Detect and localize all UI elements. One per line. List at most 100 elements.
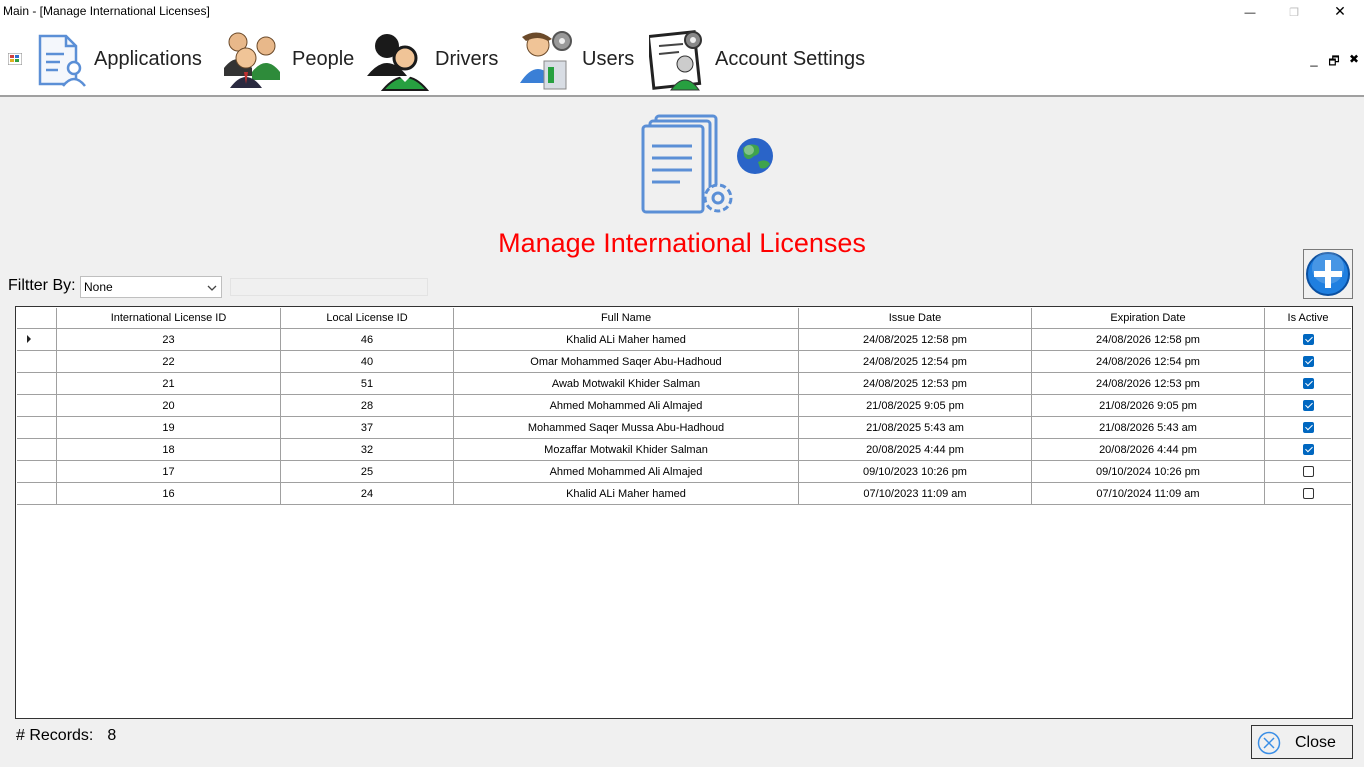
menu-users[interactable]: Users [518,24,634,95]
cell-is-active[interactable] [1264,438,1351,461]
cell-expiration-date[interactable]: 24/08/2026 12:53 pm [1031,372,1265,395]
table-row[interactable]: 19 37 Mohammed Saqer Mussa Abu-Hadhoud 21/0… [17,416,1351,439]
table-row[interactable]: 21 51 Awab Motwakil Khider Salman 24/08/202… [17,372,1351,395]
cell-local-license-id[interactable]: 24 [280,482,454,505]
mdi-close-button[interactable]: ✖ [1344,52,1364,66]
cell-is-active[interactable] [1264,482,1351,505]
menu-people[interactable]: People [220,24,354,95]
cell-local-license-id[interactable]: 25 [280,460,454,483]
menu-label-people: People [292,48,355,70]
minimize-icon: — [1244,7,1256,19]
table-row[interactable]: 17 25 Ahmed Mohammed Ali Almajed 09/10/2023… [17,460,1351,483]
cell-expiration-date[interactable]: 24/08/2026 12:58 pm [1031,328,1265,351]
cell-is-active[interactable] [1264,394,1351,417]
cell-issue-date[interactable]: 24/08/2025 12:58 pm [798,328,1032,351]
cell-international-license-id[interactable]: 19 [56,416,281,439]
cell-international-license-id[interactable]: 23 [56,328,281,351]
cell-international-license-id[interactable]: 18 [56,438,281,461]
mdi-minimize-button[interactable]: _ [1304,52,1324,67]
cell-expiration-date[interactable]: 09/10/2024 10:26 pm [1031,460,1265,483]
cell-international-license-id[interactable]: 21 [56,372,281,395]
cell-expiration-date[interactable]: 21/08/2026 9:05 pm [1031,394,1265,417]
cell-is-active[interactable] [1264,350,1351,373]
row-header[interactable] [17,460,57,483]
close-window-button[interactable]: ✕ [1317,0,1363,24]
is-active-checkbox[interactable] [1302,444,1314,456]
cell-expiration-date[interactable]: 20/08/2026 4:44 pm [1031,438,1265,461]
cell-is-active[interactable] [1264,372,1351,395]
cell-international-license-id[interactable]: 20 [56,394,281,417]
is-active-checkbox[interactable] [1302,400,1314,412]
is-active-checkbox[interactable] [1302,334,1314,346]
maximize-button[interactable]: ❐ [1271,0,1317,24]
cell-expiration-date[interactable]: 24/08/2026 12:54 pm [1031,350,1265,373]
column-header-is-active[interactable]: Is Active [1264,308,1351,329]
menu-drivers[interactable]: Drivers [365,24,498,95]
cell-local-license-id[interactable]: 51 [280,372,454,395]
is-active-checkbox[interactable] [1302,378,1314,390]
table-row[interactable]: 18 32 Mozaffar Motwakil Khider Salman 20/08… [17,438,1351,461]
cell-full-name[interactable]: Awab Motwakil Khider Salman [453,372,799,395]
row-header[interactable] [17,482,57,505]
row-header[interactable] [17,328,57,351]
row-header[interactable] [17,416,57,439]
cell-full-name[interactable]: Mozaffar Motwakil Khider Salman [453,438,799,461]
cell-issue-date[interactable]: 21/08/2025 9:05 pm [798,394,1032,417]
cell-issue-date[interactable]: 24/08/2025 12:53 pm [798,372,1032,395]
column-header-expiration-date[interactable]: Expiration Date [1031,308,1265,329]
cell-is-active[interactable] [1264,416,1351,439]
cell-issue-date[interactable]: 07/10/2023 11:09 am [798,482,1032,505]
cell-international-license-id[interactable]: 16 [56,482,281,505]
cell-full-name[interactable]: Mohammed Saqer Mussa Abu-Hadhoud [453,416,799,439]
cell-full-name[interactable]: Omar Mohammed Saqer Abu-Hadhoud [453,350,799,373]
minimize-button[interactable]: — [1227,0,1273,24]
cell-local-license-id[interactable]: 37 [280,416,454,439]
cell-expiration-date[interactable]: 21/08/2026 5:43 am [1031,416,1265,439]
filter-by-combobox[interactable]: None [80,276,222,298]
column-header-local-license-id[interactable]: Local License ID [280,308,454,329]
table-row[interactable]: 20 28 Ahmed Mohammed Ali Almajed 21/08/2025… [17,394,1351,417]
records-label: # Records: [16,727,94,744]
cell-local-license-id[interactable]: 32 [280,438,454,461]
system-menu-icon[interactable] [8,53,22,65]
is-active-checkbox[interactable] [1302,466,1314,478]
add-international-license-button[interactable] [1303,249,1353,299]
cell-full-name[interactable]: Ahmed Mohammed Ali Almajed [453,394,799,417]
cell-full-name[interactable]: Khalid ALi Maher hamed [453,482,799,505]
table-row[interactable]: 22 40 Omar Mohammed Saqer Abu-Hadhoud 24/08… [17,350,1351,373]
menu-applications[interactable]: Applications [36,24,202,95]
cell-issue-date[interactable]: 24/08/2025 12:54 pm [798,350,1032,373]
cell-local-license-id[interactable]: 46 [280,328,454,351]
cell-is-active[interactable] [1264,328,1351,351]
column-header-full-name[interactable]: Full Name [453,308,799,329]
column-header-international-license-id[interactable]: International License ID [56,308,281,329]
is-active-checkbox[interactable] [1302,422,1314,434]
close-button[interactable]: Close [1251,725,1353,759]
international-licenses-grid[interactable]: International License ID Local License I… [15,306,1353,719]
menu-label-drivers: Drivers [435,48,499,70]
row-header[interactable] [17,394,57,417]
cell-issue-date[interactable]: 09/10/2023 10:26 pm [798,460,1032,483]
table-row[interactable]: 23 46 Khalid ALi Maher hamed 24/08/2025 12:… [17,328,1351,351]
column-header-issue-date[interactable]: Issue Date [798,308,1032,329]
menu-account-settings[interactable]: Account Settings [649,24,865,95]
is-active-checkbox[interactable] [1302,356,1314,368]
cell-full-name[interactable]: Ahmed Mohammed Ali Almajed [453,460,799,483]
cell-issue-date[interactable]: 20/08/2025 4:44 pm [798,438,1032,461]
table-row[interactable]: 16 24 Khalid ALi Maher hamed 07/10/2023 11:… [17,482,1351,505]
cell-local-license-id[interactable]: 40 [280,350,454,373]
cell-issue-date[interactable]: 21/08/2025 5:43 am [798,416,1032,439]
cell-full-name[interactable]: Khalid ALi Maher hamed [453,328,799,351]
is-active-checkbox[interactable] [1302,488,1314,500]
row-header[interactable] [17,438,57,461]
current-row-indicator-icon [26,334,31,343]
cell-is-active[interactable] [1264,460,1351,483]
mdi-restore-button[interactable]: 🗗 [1324,52,1344,73]
row-header[interactable] [17,372,57,395]
row-header[interactable] [17,350,57,373]
cell-expiration-date[interactable]: 07/10/2024 11:09 am [1031,482,1265,505]
cell-international-license-id[interactable]: 17 [56,460,281,483]
cell-local-license-id[interactable]: 28 [280,394,454,417]
cell-international-license-id[interactable]: 22 [56,350,281,373]
filter-value-input[interactable] [230,278,428,296]
